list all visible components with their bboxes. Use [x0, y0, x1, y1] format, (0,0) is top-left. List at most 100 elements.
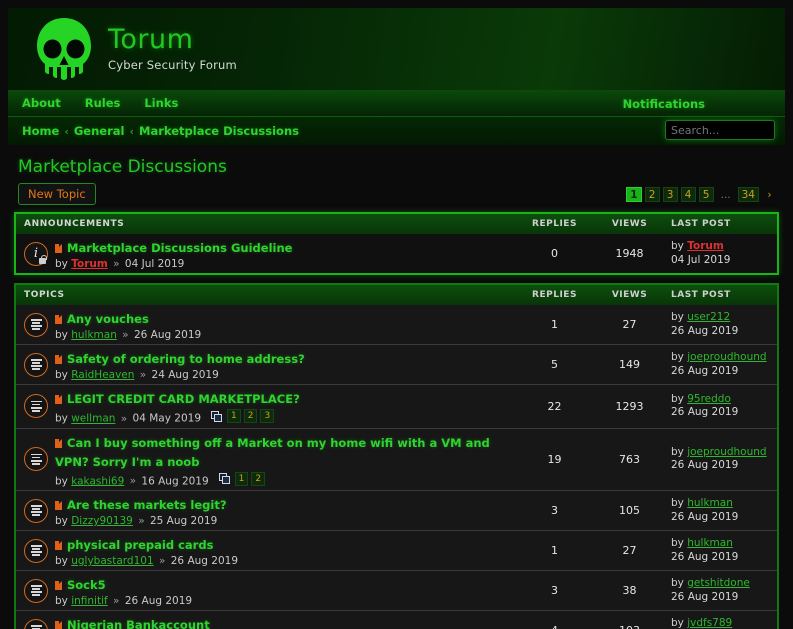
- topic-by-label: by: [55, 475, 72, 487]
- topic-last-post: by hulkman 26 Aug 2019: [667, 491, 777, 530]
- topic-title-link[interactable]: LEGIT CREDIT CARD MARKETPLACE?: [55, 392, 300, 406]
- last-post-by-label: by: [671, 616, 688, 629]
- topic-replies-count: 0: [551, 247, 558, 260]
- topic-last-post: by jvdfs78926 Aug 2019: [667, 611, 777, 629]
- topic-by-label: by: [55, 595, 72, 607]
- pagination-page-34[interactable]: 34: [737, 186, 759, 202]
- topic-author-link[interactable]: Dizzy90139: [71, 515, 133, 527]
- last-post-by-label: by: [671, 445, 688, 458]
- nav-right-group: Notifications: [623, 90, 705, 117]
- topics-rows: Any vouches by hulkman » 26 Aug 2019 1 27 by…: [16, 305, 777, 629]
- topic-meta: by kakashi69 » 16 Aug 2019 1 2: [55, 471, 513, 487]
- topic-icon: [24, 498, 48, 523]
- topic-author-link[interactable]: infinitif: [71, 595, 108, 607]
- topics-panel: TOPICS REPLIES VIEWS LAST POST Any vouch…: [14, 283, 779, 629]
- topic-author-link[interactable]: Torum: [71, 258, 108, 270]
- last-post-author-link[interactable]: jvdfs789: [687, 617, 732, 629]
- topic-title-link[interactable]: physical prepaid cards: [55, 538, 213, 552]
- last-post-author-link[interactable]: joeproudhound: [687, 351, 766, 363]
- table-row[interactable]: LEGIT CREDIT CARD MARKETPLACE? by wellman…: [16, 385, 777, 429]
- topic-date: 04 May 2019: [132, 412, 201, 425]
- topic-page-2[interactable]: 2: [251, 471, 266, 486]
- topic-page-2[interactable]: 2: [243, 409, 258, 423]
- announcements-rows: i Marketplace Discussions Guideline by Tor…: [16, 234, 777, 273]
- unread-post-icon: [55, 244, 62, 253]
- table-row[interactable]: Are these markets legit? by Dizzy90139 » …: [16, 491, 777, 531]
- brand-block: Torum Cyber Security Forum: [108, 25, 237, 73]
- forum-page: Torum Cyber Security Forum About Rules L…: [0, 0, 793, 629]
- announcement-row[interactable]: i Marketplace Discussions Guideline by Tor…: [16, 234, 777, 273]
- topic-replies-count: 19: [547, 452, 562, 466]
- topic-text-block: LEGIT CREDIT CARD MARKETPLACE? by wellman…: [55, 388, 513, 425]
- topic-author-link[interactable]: RaidHeaven: [71, 369, 134, 381]
- topic-title-link[interactable]: Marketplace Discussions Guideline: [55, 241, 292, 255]
- topic-author-link[interactable]: wellman: [71, 413, 115, 425]
- table-row[interactable]: Nigerian Bankaccountby stealth se7en » 2…: [16, 611, 777, 629]
- topic-meta-separator: »: [134, 515, 148, 527]
- search-input[interactable]: [665, 120, 775, 140]
- topic-title-link[interactable]: Any vouches: [55, 312, 149, 326]
- last-post-author-link[interactable]: hulkman: [687, 537, 733, 549]
- topic-icon: [24, 618, 48, 629]
- topic-replies-count: 4: [517, 611, 592, 629]
- pagination-page-2[interactable]: 2: [644, 186, 660, 202]
- breadcrumb-item-general[interactable]: General: [74, 124, 125, 138]
- column-header-last-post: LAST POST: [671, 290, 731, 300]
- last-post-author-link[interactable]: joeproudhound: [687, 446, 766, 458]
- topic-meta: by Dizzy90139 » 25 Aug 2019: [55, 515, 513, 527]
- announcements-panel: ANNOUNCEMENTS REPLIES VIEWS LAST POST iM…: [14, 212, 779, 275]
- nav-item-links[interactable]: Links: [144, 96, 178, 110]
- topic-title-link[interactable]: Are these markets legit?: [55, 498, 227, 512]
- last-post-author-link[interactable]: Torum: [687, 240, 724, 252]
- nav-item-about[interactable]: About: [22, 96, 61, 110]
- last-post-author-link[interactable]: 95reddo: [687, 393, 731, 405]
- last-post-author-link[interactable]: user212: [687, 311, 730, 323]
- topic-text-block: Safety of ordering to home address? by Ra…: [55, 348, 513, 381]
- topic-title-link[interactable]: Can I buy something off a Market on my h…: [55, 436, 490, 469]
- topic-author-link[interactable]: uglybastard101: [71, 555, 153, 567]
- last-post-author-link[interactable]: getshitdone: [687, 577, 750, 589]
- table-row[interactable]: Can I buy something off a Market on my h…: [16, 428, 777, 491]
- topic-page-3[interactable]: 3: [260, 409, 275, 423]
- topic-title-link[interactable]: Safety of ordering to home address?: [55, 352, 305, 366]
- nav-item-rules[interactable]: Rules: [85, 96, 121, 110]
- table-row[interactable]: Sock5 by infinitif » 26 Aug 2019 3 38 by get…: [16, 571, 777, 611]
- topic-meta: by RaidHeaven » 24 Aug 2019: [55, 369, 513, 381]
- topic-page-1[interactable]: 1: [234, 471, 249, 486]
- site-banner: Torum Cyber Security Forum: [8, 8, 785, 90]
- topic-subject: Nigerian Bankaccountby stealth se7en » 2…: [16, 611, 517, 629]
- pagination-page-1[interactable]: 1: [626, 186, 642, 202]
- table-row[interactable]: Safety of ordering to home address? by Ra…: [16, 345, 777, 385]
- table-row[interactable]: physical prepaid cards by uglybastard101 …: [16, 531, 777, 571]
- topic-replies-count: 1: [551, 318, 558, 331]
- topic-author-link[interactable]: kakashi69: [71, 475, 124, 487]
- table-row[interactable]: Any vouches by hulkman » 26 Aug 2019 1 27 by…: [16, 305, 777, 345]
- topic-author-link[interactable]: hulkman: [71, 329, 117, 341]
- topic-meta: by infinitif » 26 Aug 2019: [55, 595, 513, 607]
- page-content: Marketplace Discussions New Topic 12345.…: [8, 157, 785, 629]
- pagination-page-3[interactable]: 3: [662, 186, 678, 202]
- pagination-page-4[interactable]: 4: [680, 186, 696, 202]
- breadcrumb-item-marketplace-discussions[interactable]: Marketplace Discussions: [139, 124, 299, 138]
- site-tagline: Cyber Security Forum: [108, 58, 237, 73]
- last-post-author-link[interactable]: hulkman: [687, 497, 733, 509]
- pagination-page-5[interactable]: 5: [698, 186, 714, 202]
- breadcrumb-item-home[interactable]: Home: [22, 124, 59, 138]
- last-post-by-label: by: [671, 350, 688, 363]
- unread-post-icon: [55, 621, 62, 629]
- multipage-icon: [218, 473, 230, 484]
- topic-views-count: 103: [592, 611, 667, 629]
- pagination-next[interactable]: ›: [762, 187, 777, 202]
- new-topic-button[interactable]: New Topic: [18, 183, 96, 205]
- topic-title-link[interactable]: Nigerian Bankaccount: [55, 618, 210, 629]
- notifications-link[interactable]: Notifications: [623, 97, 705, 111]
- last-post-date: 26 Aug 2019: [671, 550, 739, 563]
- topic-title-link[interactable]: Sock5: [55, 578, 106, 592]
- last-post-by-label: by: [671, 239, 688, 252]
- toolbar: New Topic 1 2 3 4 5... 34 ›: [18, 183, 779, 205]
- topic-icon: [24, 538, 48, 563]
- topic-page-1[interactable]: 1: [227, 409, 241, 423]
- unread-post-icon: [55, 315, 62, 324]
- topic-views-count: 1948: [615, 247, 644, 260]
- topic-meta-separator: »: [118, 329, 132, 341]
